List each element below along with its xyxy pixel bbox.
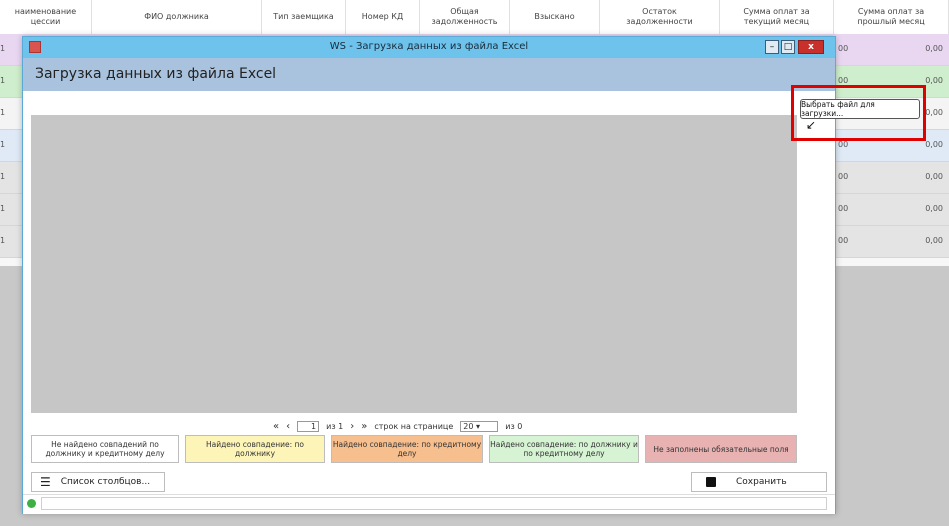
row-cell: 00 bbox=[838, 140, 849, 149]
row-cell: 00 bbox=[838, 76, 849, 85]
col-header-current-month[interactable]: Сумма оплат за текущий месяц bbox=[720, 0, 834, 34]
legend-both-match: Найдено совпадение: по должнику и по кре… bbox=[489, 435, 639, 463]
row-cell: 00 bbox=[838, 204, 849, 213]
legend-text: Найдено совпадение: по должнику bbox=[205, 440, 304, 458]
legend-debtor-match: Найдено совпадение: по должнику bbox=[185, 435, 325, 463]
row-cell: 1 bbox=[0, 172, 6, 181]
col-header-remaining-debt[interactable]: Остаток задолженности bbox=[600, 0, 720, 34]
page-title: Загрузка данных из файла Excel bbox=[35, 66, 277, 82]
row-cell-value: 0,00 bbox=[925, 76, 943, 85]
col-header-debtor[interactable]: ФИО должника bbox=[92, 0, 262, 34]
col-header-total-debt[interactable]: Общая задолженность bbox=[420, 0, 510, 34]
row-cell-value: 0,00 bbox=[925, 236, 943, 245]
row-cell: 00 bbox=[838, 172, 849, 181]
minimize-button[interactable]: – bbox=[765, 40, 779, 54]
dialog-titlebar[interactable]: WS - Загрузка данных из файла Excel – □ … bbox=[23, 37, 835, 58]
row-cell: 00 bbox=[838, 236, 849, 245]
rows-per-page-select[interactable]: 20 ▾ bbox=[460, 420, 499, 432]
col-header-contract-number[interactable]: Номер КД bbox=[346, 0, 420, 34]
excel-import-dialog: WS - Загрузка данных из файла Excel – □ … bbox=[22, 36, 836, 514]
rows-per-page-label: строк на странице bbox=[374, 421, 454, 431]
row-cell: 1 bbox=[0, 140, 6, 149]
chevron-down-icon: ▾ bbox=[476, 421, 481, 431]
legend-text: Не найдено совпадений по должнику и кред… bbox=[45, 440, 165, 458]
row-cell-value: 0,00 bbox=[925, 140, 943, 149]
maximize-button[interactable]: □ bbox=[781, 40, 795, 54]
record-total-label: из 0 bbox=[505, 421, 523, 431]
col-header-collected[interactable]: Взыскано bbox=[510, 0, 600, 34]
col-header-cession[interactable]: наименование цессии bbox=[0, 0, 92, 34]
dialog-heading-bar: Загрузка данных из файла Excel bbox=[23, 58, 835, 91]
row-cell-value: 0,00 bbox=[925, 172, 943, 181]
status-ok-icon bbox=[27, 499, 36, 508]
floppy-disk-icon bbox=[706, 477, 716, 487]
import-data-grid[interactable] bbox=[31, 115, 797, 413]
row-cell: 1 bbox=[0, 204, 6, 213]
row-cell-value: 0,00 bbox=[925, 44, 943, 53]
rows-per-page-value: 20 bbox=[463, 421, 474, 431]
background-table-header: наименование цессии ФИО должника Тип зае… bbox=[0, 0, 949, 35]
row-cell-value: 0,00 bbox=[925, 204, 943, 213]
column-list-label: Список столбцов... bbox=[60, 477, 151, 487]
close-button[interactable]: x bbox=[798, 40, 824, 54]
list-icon: ☰ bbox=[40, 475, 51, 489]
prev-page-button[interactable]: ‹ bbox=[286, 421, 290, 432]
pager: « ‹ 1 из 1 › » строк на странице 20 ▾ из… bbox=[273, 419, 522, 433]
page-total-label: из 1 bbox=[326, 421, 344, 431]
legend-text: Найдено совпадение: по кредитному делу bbox=[332, 440, 482, 458]
window-title: WS - Загрузка данных из файла Excel bbox=[329, 41, 529, 52]
row-cell: 1 bbox=[0, 76, 6, 85]
highlight-box bbox=[791, 85, 926, 141]
legend-contract-match: Найдено совпадение: по кредитному делу bbox=[331, 435, 483, 463]
row-cell: 00 bbox=[838, 44, 849, 53]
row-cell: 1 bbox=[0, 44, 6, 53]
status-message-field bbox=[41, 497, 827, 510]
page-number-input[interactable]: 1 bbox=[297, 420, 320, 432]
column-list-button[interactable]: ☰ Список столбцов... bbox=[31, 472, 165, 492]
legend-text: Найдено совпадение: по должнику и по кре… bbox=[490, 440, 638, 458]
row-cell-value: 0,00 bbox=[925, 108, 943, 117]
save-button[interactable]: Сохранить bbox=[691, 472, 827, 492]
last-page-button[interactable]: » bbox=[361, 421, 367, 432]
col-header-borrower-type[interactable]: Тип заемщика bbox=[262, 0, 346, 34]
save-label: Сохранить bbox=[736, 477, 787, 487]
legend-required-missing: Не заполнены обязательные поля bbox=[645, 435, 797, 463]
first-page-button[interactable]: « bbox=[273, 421, 279, 432]
legend-not-found: Не найдено совпадений по должнику и кред… bbox=[31, 435, 179, 463]
next-page-button[interactable]: › bbox=[350, 421, 354, 432]
legend-text: Не заполнены обязательные поля bbox=[653, 444, 789, 454]
status-bar bbox=[23, 494, 835, 514]
row-cell: 1 bbox=[0, 108, 6, 117]
col-header-last-month[interactable]: Сумма оплат за прошлый месяц bbox=[834, 0, 949, 34]
row-cell: 1 bbox=[0, 236, 6, 245]
